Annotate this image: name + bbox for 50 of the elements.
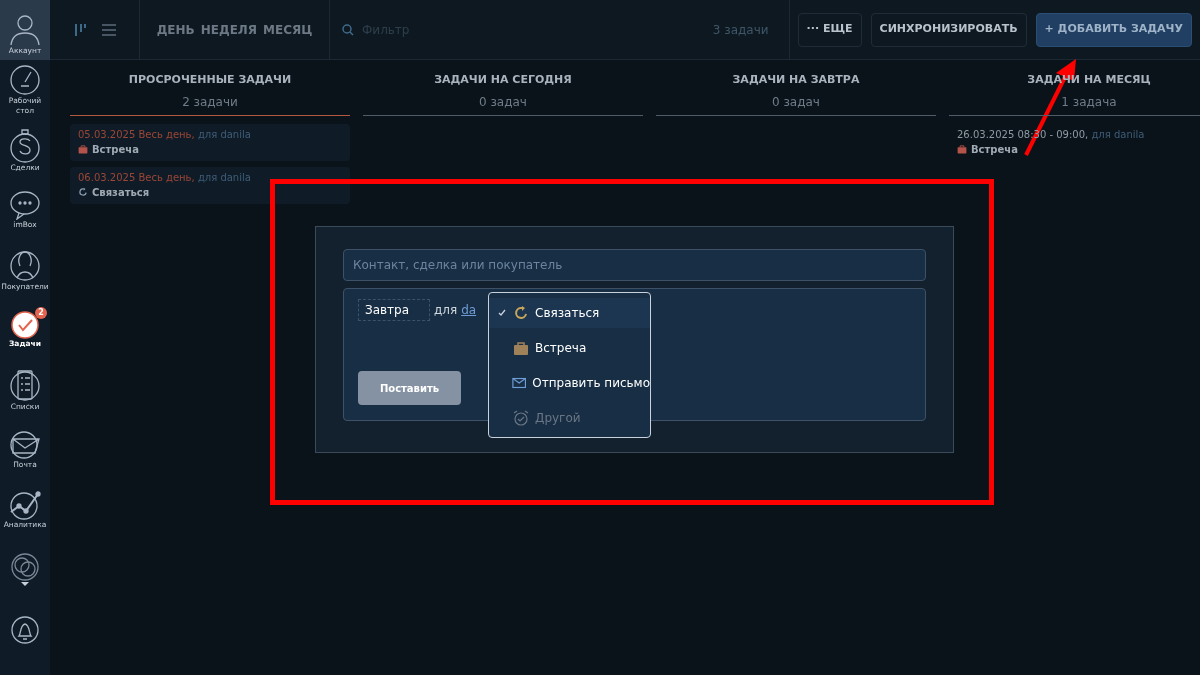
target-field[interactable]: Контакт, сделка или покупатель xyxy=(343,249,926,281)
column-count: 1 задача xyxy=(1061,93,1117,111)
add-task-button[interactable]: + ДОБАВИТЬ ЗАДАЧУ xyxy=(1035,12,1192,47)
check-icon xyxy=(11,311,39,339)
bell-icon xyxy=(10,615,40,645)
task-card[interactable]: 05.03.2025 Весь день, для danila Встреча xyxy=(70,123,350,161)
period-tab[interactable]: ДЕНЬ xyxy=(156,20,195,39)
refresh-icon xyxy=(78,187,88,197)
for-label: для xyxy=(434,302,458,319)
column-count: 0 задач xyxy=(772,93,820,111)
task-type: Встреча xyxy=(92,142,139,157)
menu-item[interactable]: Отправить письмо xyxy=(489,367,650,398)
person-icon xyxy=(8,12,42,46)
dollar-icon xyxy=(9,127,41,163)
task-type: Связаться xyxy=(92,185,150,200)
refresh-icon xyxy=(513,304,529,321)
search-icon xyxy=(342,23,354,36)
date-field[interactable]: Завтра xyxy=(358,299,430,321)
checkmark-icon xyxy=(498,309,506,316)
list-icon xyxy=(9,368,41,402)
briefcase-icon xyxy=(957,144,967,154)
columns-icon[interactable] xyxy=(73,22,86,37)
column-count: 2 задачи xyxy=(182,93,238,111)
alarm-clock-icon xyxy=(513,409,529,426)
menu-icon[interactable] xyxy=(101,23,116,36)
column-count: 0 задач xyxy=(479,93,527,111)
people-icon xyxy=(9,248,41,282)
menu-item[interactable]: Связаться xyxy=(489,297,650,328)
envelope-icon xyxy=(9,430,41,460)
task-time: 05.03.2025 Весь день, xyxy=(78,128,195,140)
count-badge: 2 xyxy=(35,307,47,319)
user-link[interactable]: da xyxy=(461,301,477,319)
gauge-icon xyxy=(9,64,41,96)
column-title: ПРОСРОЧЕННЫЕ ЗАДАЧИ xyxy=(128,72,292,88)
period-tab[interactable]: МЕСЯЦ xyxy=(263,20,313,39)
more-button[interactable]: ··· ЕЩЕ xyxy=(797,12,862,47)
briefcase-icon xyxy=(513,339,529,356)
chat-icon xyxy=(9,190,41,220)
task-card[interactable]: 06.03.2025 Весь день, для danila Связаться xyxy=(70,166,350,204)
sync-button[interactable]: СИНХРОНИЗИРОВАТЬ xyxy=(870,12,1027,47)
circles-icon xyxy=(10,553,40,587)
menu-item[interactable]: Встреча xyxy=(489,332,650,363)
column-title: ЗАДАЧИ НА ЗАВТРА xyxy=(732,72,860,88)
task-type: Встреча xyxy=(971,142,1018,157)
task-time: 06.03.2025 Весь день, xyxy=(78,171,195,183)
chart-icon xyxy=(8,490,42,520)
briefcase-icon xyxy=(78,144,88,154)
task-count: 3 задачи xyxy=(712,21,770,39)
column-title: ЗАДАЧИ НА СЕГОДНЯ xyxy=(434,72,572,88)
period-tab[interactable]: НЕДЕЛЯ xyxy=(200,20,258,39)
